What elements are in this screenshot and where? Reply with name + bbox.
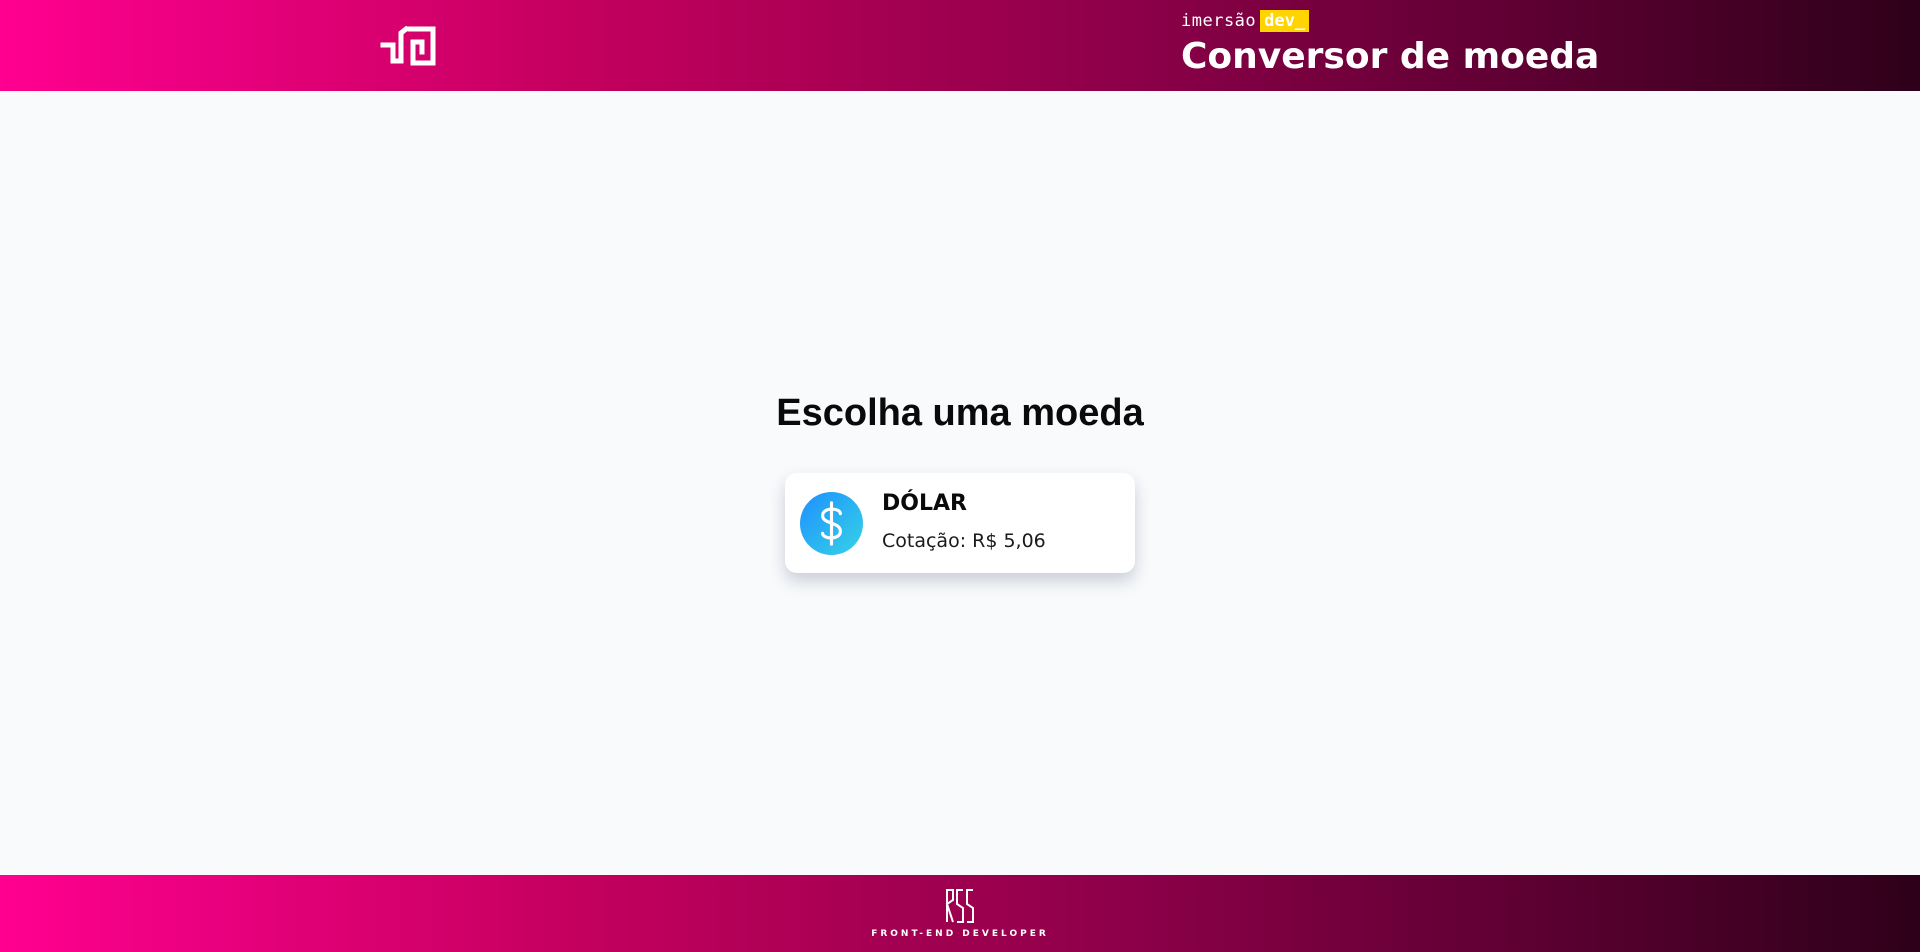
brand-prefix: imersão xyxy=(1181,11,1257,31)
currency-name: DÓLAR xyxy=(882,491,967,516)
app-header: imersão dev_ Conversor de moeda xyxy=(0,0,1920,91)
brand-highlight: dev_ xyxy=(1260,10,1310,32)
page-heading: Escolha uma moeda xyxy=(776,392,1144,434)
currency-rate: Cotação: R$ 5,06 xyxy=(882,530,1046,552)
imersao-logo-icon xyxy=(380,26,436,66)
dollar-coin-icon xyxy=(800,492,863,555)
page: imersão dev_ Conversor de moeda Escolha … xyxy=(0,0,1920,952)
brand-badge: imersão dev_ xyxy=(1181,10,1310,32)
rss-logo-icon xyxy=(945,889,974,923)
footer-caption: FRONT-END DEVELOPER xyxy=(871,929,1049,939)
currency-card-dolar[interactable]: DÓLAR Cotação: R$ 5,06 xyxy=(785,473,1135,573)
app-footer: FRONT-END DEVELOPER xyxy=(0,875,1920,952)
app-title: Conversor de moeda xyxy=(1181,36,1600,77)
